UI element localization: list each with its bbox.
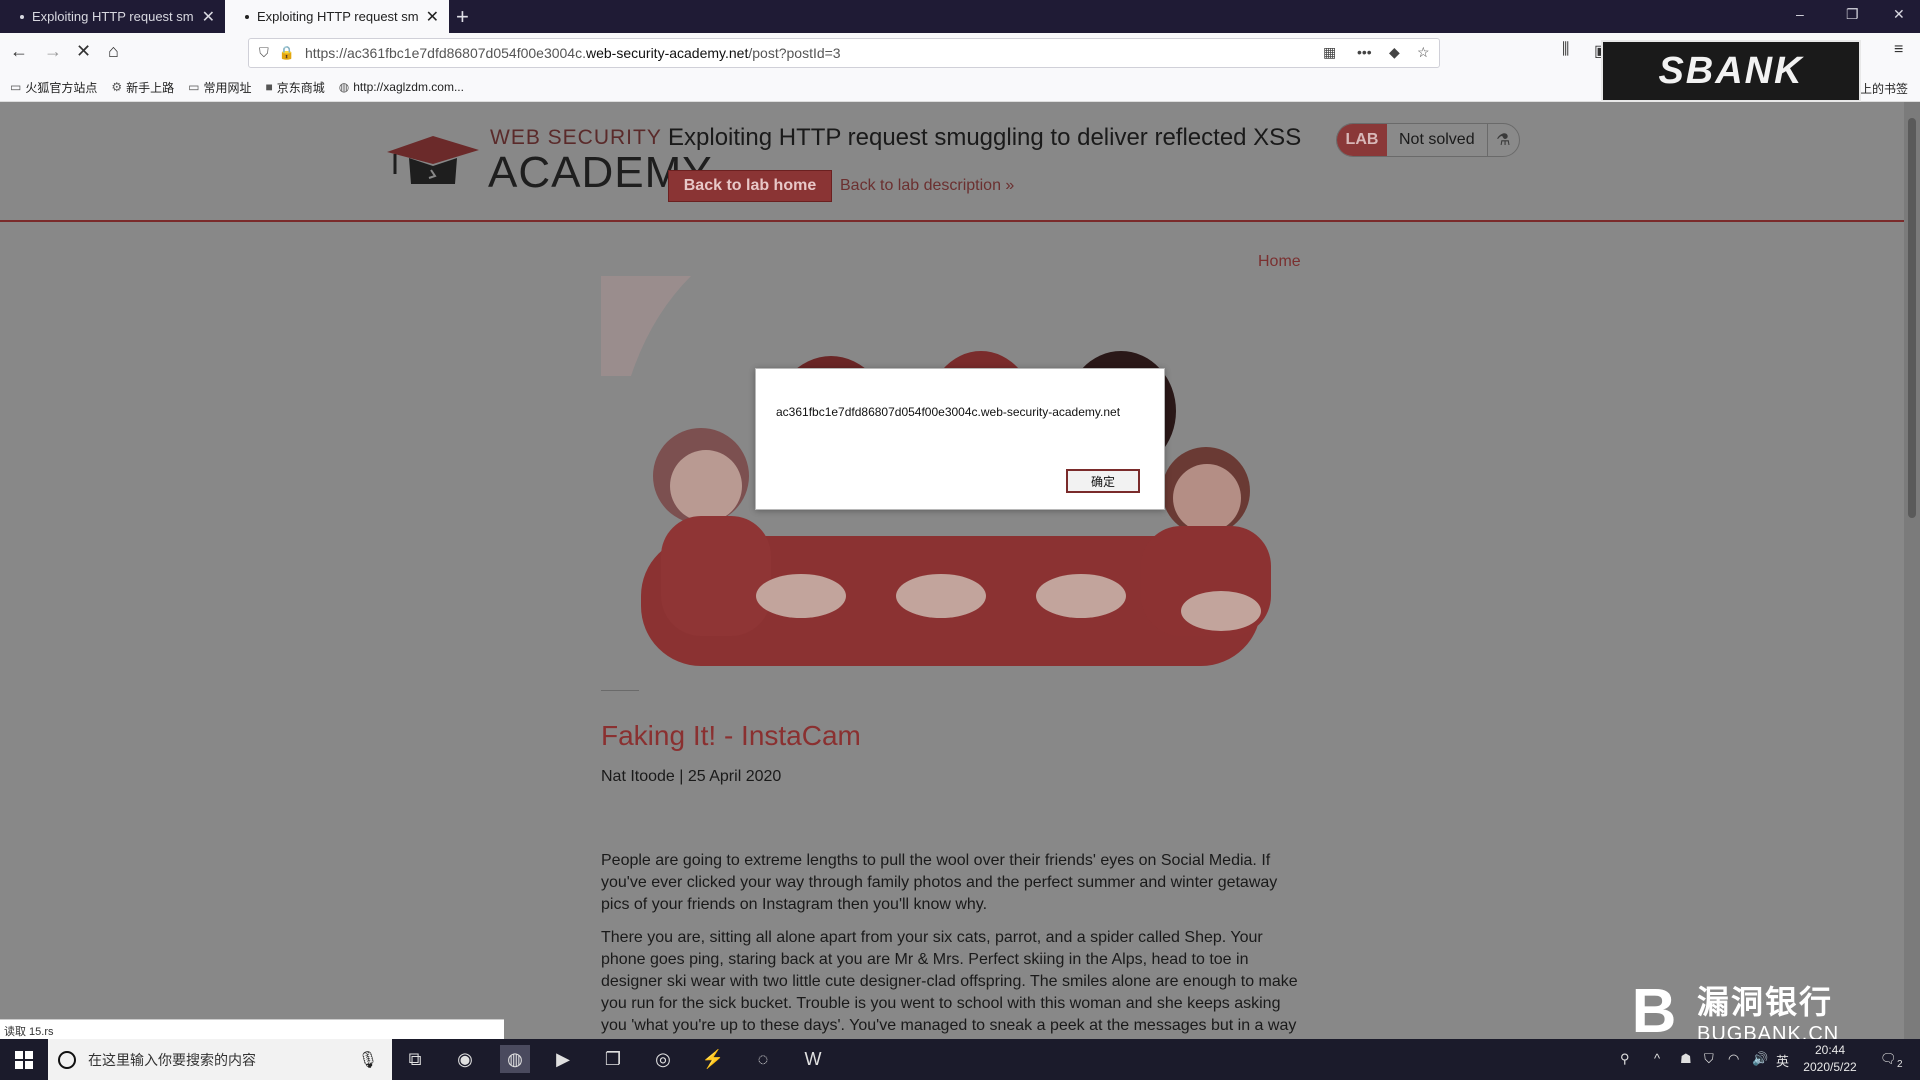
word-app-icon[interactable]: W: [798, 1045, 828, 1073]
taskbar-search-box[interactable]: 在这里输入你要搜索的内容 🎙: [48, 1039, 392, 1080]
bookmark-item[interactable]: ■ 京东商城: [266, 79, 325, 96]
folder-icon: ▭: [188, 80, 200, 94]
start-button[interactable]: [0, 1039, 48, 1080]
burp-app-icon[interactable]: ⚡: [698, 1045, 728, 1073]
disc-app-icon[interactable]: ◌: [748, 1045, 778, 1073]
post-title: Faking It! - InstaCam: [601, 720, 861, 751]
alert-message: ac361fbc1e7dfd86807d054f00e3004c.web-sec…: [776, 405, 1121, 419]
qr-code-icon[interactable]: ▦: [1323, 44, 1336, 61]
lock-icon[interactable]: 🔒: [279, 45, 295, 61]
restore-button[interactable]: ❐: [1846, 6, 1859, 23]
lab-label: LAB: [1337, 124, 1387, 156]
url-path: /post?postId=3: [748, 45, 841, 61]
bookmark-label: http://xaglzdm.com...: [353, 80, 464, 94]
tray-app-icon[interactable]: ☗: [1680, 1051, 1692, 1067]
bookmark-item[interactable]: ⚙ 新手上路: [111, 79, 174, 96]
browser-status-bar: 读取 15.rs: [0, 1019, 504, 1039]
bookmark-item[interactable]: ▭ 火狐官方站点: [10, 79, 97, 96]
tab-title: Exploiting HTTP request sm: [32, 9, 194, 24]
shield-icon[interactable]: ⛉: [259, 45, 269, 61]
close-tab-icon[interactable]: ✕: [202, 7, 215, 27]
flask-icon: ⚗: [1496, 132, 1511, 149]
back-arrow-icon[interactable]: ←: [10, 41, 28, 62]
chrome-app-icon[interactable]: ◎: [648, 1045, 678, 1073]
input-method-indicator[interactable]: 英: [1776, 1051, 1789, 1070]
home-nav-link[interactable]: Home: [1258, 253, 1301, 271]
bookmark-label: 常用网址: [203, 80, 252, 95]
notification-center-icon[interactable]: 🗨: [1880, 1051, 1897, 1067]
alert-ok-button[interactable]: 确定: [1066, 469, 1140, 493]
tab-strip: Exploiting HTTP request sm ✕ Exploiting …: [0, 0, 1920, 33]
stop-loading-icon[interactable]: ✕: [76, 41, 91, 62]
windows-logo-icon: [15, 1050, 33, 1069]
home-icon[interactable]: ⌂: [108, 41, 119, 62]
browser-tab-2[interactable]: Exploiting HTTP request sm ✕: [225, 0, 449, 33]
people-icon[interactable]: ⚲: [1620, 1051, 1630, 1067]
notification-count: 2: [1897, 1059, 1903, 1070]
bugbank-watermark: B 漏洞银行 BUGBANK.CN: [1617, 976, 1857, 1046]
extension-icon[interactable]: ◆: [1389, 44, 1400, 61]
window-switch-icon[interactable]: ❐: [598, 1045, 628, 1073]
tab-indicator-icon: [20, 14, 24, 19]
lab-status-text: Not solved: [1387, 124, 1488, 156]
tab-title: Exploiting HTTP request sm: [257, 9, 419, 24]
minimize-button[interactable]: –: [1796, 6, 1804, 22]
web-page: WEB SECURITY ACADEMY Exploiting HTTP req…: [0, 102, 1904, 1039]
lab-title: Exploiting HTTP request smuggling to del…: [668, 124, 1302, 151]
page-scrollbar[interactable]: [1904, 102, 1920, 1039]
clock-date: 2020/5/22: [1803, 1060, 1857, 1074]
bugbank-logo-icon: B: [1631, 976, 1677, 1046]
lab-status-badge: LAB Not solved ⚗: [1336, 123, 1520, 157]
media-player-icon[interactable]: ▶: [548, 1045, 578, 1073]
microphone-icon[interactable]: 🎙: [358, 1050, 378, 1070]
clock-time: 20:44: [1814, 1043, 1846, 1057]
url-bar[interactable]: ⛉ 🔒 https://ac361fbc1e7dfd86807d054f00e3…: [248, 38, 1440, 68]
system-clock[interactable]: 20:44 2020/5/22: [1798, 1042, 1862, 1076]
post-author-date: Nat Itoode | 25 April 2020: [601, 768, 782, 785]
logo-small-text: WEB SECURITY: [490, 126, 662, 149]
menu-icon[interactable]: ≡: [1894, 41, 1903, 59]
jd-logo-icon: ■: [265, 80, 273, 94]
windows-taskbar: 在这里输入你要搜索的内容 🎙 ⧉ ◉ ◍ ▶ ❐ ◎ ⚡ ◌ W ⚲ ^ ☗ ⛉…: [0, 1039, 1920, 1080]
search-placeholder: 在这里输入你要搜索的内容: [88, 1051, 256, 1068]
graduation-cap-logo-icon: [387, 136, 479, 184]
scrollbar-thumb[interactable]: [1908, 118, 1916, 518]
lab-description-link[interactable]: Back to lab description »: [840, 177, 1014, 195]
lab-header: WEB SECURITY ACADEMY Exploiting HTTP req…: [0, 102, 1904, 222]
url-prefix: https://ac361fbc1e7dfd86807d054f00e3004c…: [304, 45, 586, 61]
globe-icon: ◍: [338, 80, 350, 94]
close-tab-icon[interactable]: ✕: [426, 7, 439, 27]
post-divider: [601, 690, 639, 691]
tab-indicator-icon: [245, 14, 249, 19]
url-host: web-security-academy.net: [585, 45, 749, 61]
bookmark-star-icon[interactable]: ☆: [1417, 44, 1430, 61]
forward-arrow-icon[interactable]: →: [44, 41, 62, 62]
bookmark-label: 火狐官方站点: [25, 80, 98, 95]
cortana-icon: [58, 1050, 76, 1069]
bugbank-name-cn: 漏洞银行: [1697, 983, 1834, 1020]
sbank-watermark: SBANK: [1601, 40, 1861, 102]
page-actions-icon[interactable]: •••: [1357, 44, 1372, 60]
folder-icon: ▭: [10, 80, 22, 94]
tray-chevron-up-icon[interactable]: ^: [1654, 1051, 1660, 1066]
bookmark-label: 新手上路: [126, 80, 175, 95]
browser-tab-1[interactable]: Exploiting HTTP request sm ✕: [0, 0, 225, 33]
post-paragraph: People are going to extreme lengths to p…: [601, 852, 1278, 913]
new-tab-button[interactable]: +: [456, 4, 469, 30]
library-icon[interactable]: ⫼: [1562, 41, 1569, 59]
bookmark-item[interactable]: ◍ http://xaglzdm.com...: [339, 80, 464, 94]
bookmark-item[interactable]: ▭ 常用网址: [188, 79, 251, 96]
gear-icon: ⚙: [111, 80, 123, 94]
security-shield-icon[interactable]: ⛉: [1704, 1051, 1714, 1067]
task-view-icon[interactable]: ⧉: [400, 1045, 430, 1073]
browser-app-icon[interactable]: ◉: [450, 1045, 480, 1073]
xss-alert-dialog: ac361fbc1e7dfd86807d054f00e3004c.web-sec…: [755, 368, 1165, 510]
back-to-lab-home-button[interactable]: Back to lab home: [668, 170, 832, 202]
network-icon[interactable]: ◠: [1728, 1051, 1739, 1067]
post-paragraph: There you are, sitting all alone apart f…: [601, 929, 1298, 1034]
close-window-button[interactable]: ✕: [1893, 6, 1905, 23]
volume-icon[interactable]: 🔊: [1752, 1051, 1768, 1067]
firefox-app-icon[interactable]: ◍: [500, 1045, 530, 1073]
bookmark-label: 京东商城: [276, 80, 325, 95]
